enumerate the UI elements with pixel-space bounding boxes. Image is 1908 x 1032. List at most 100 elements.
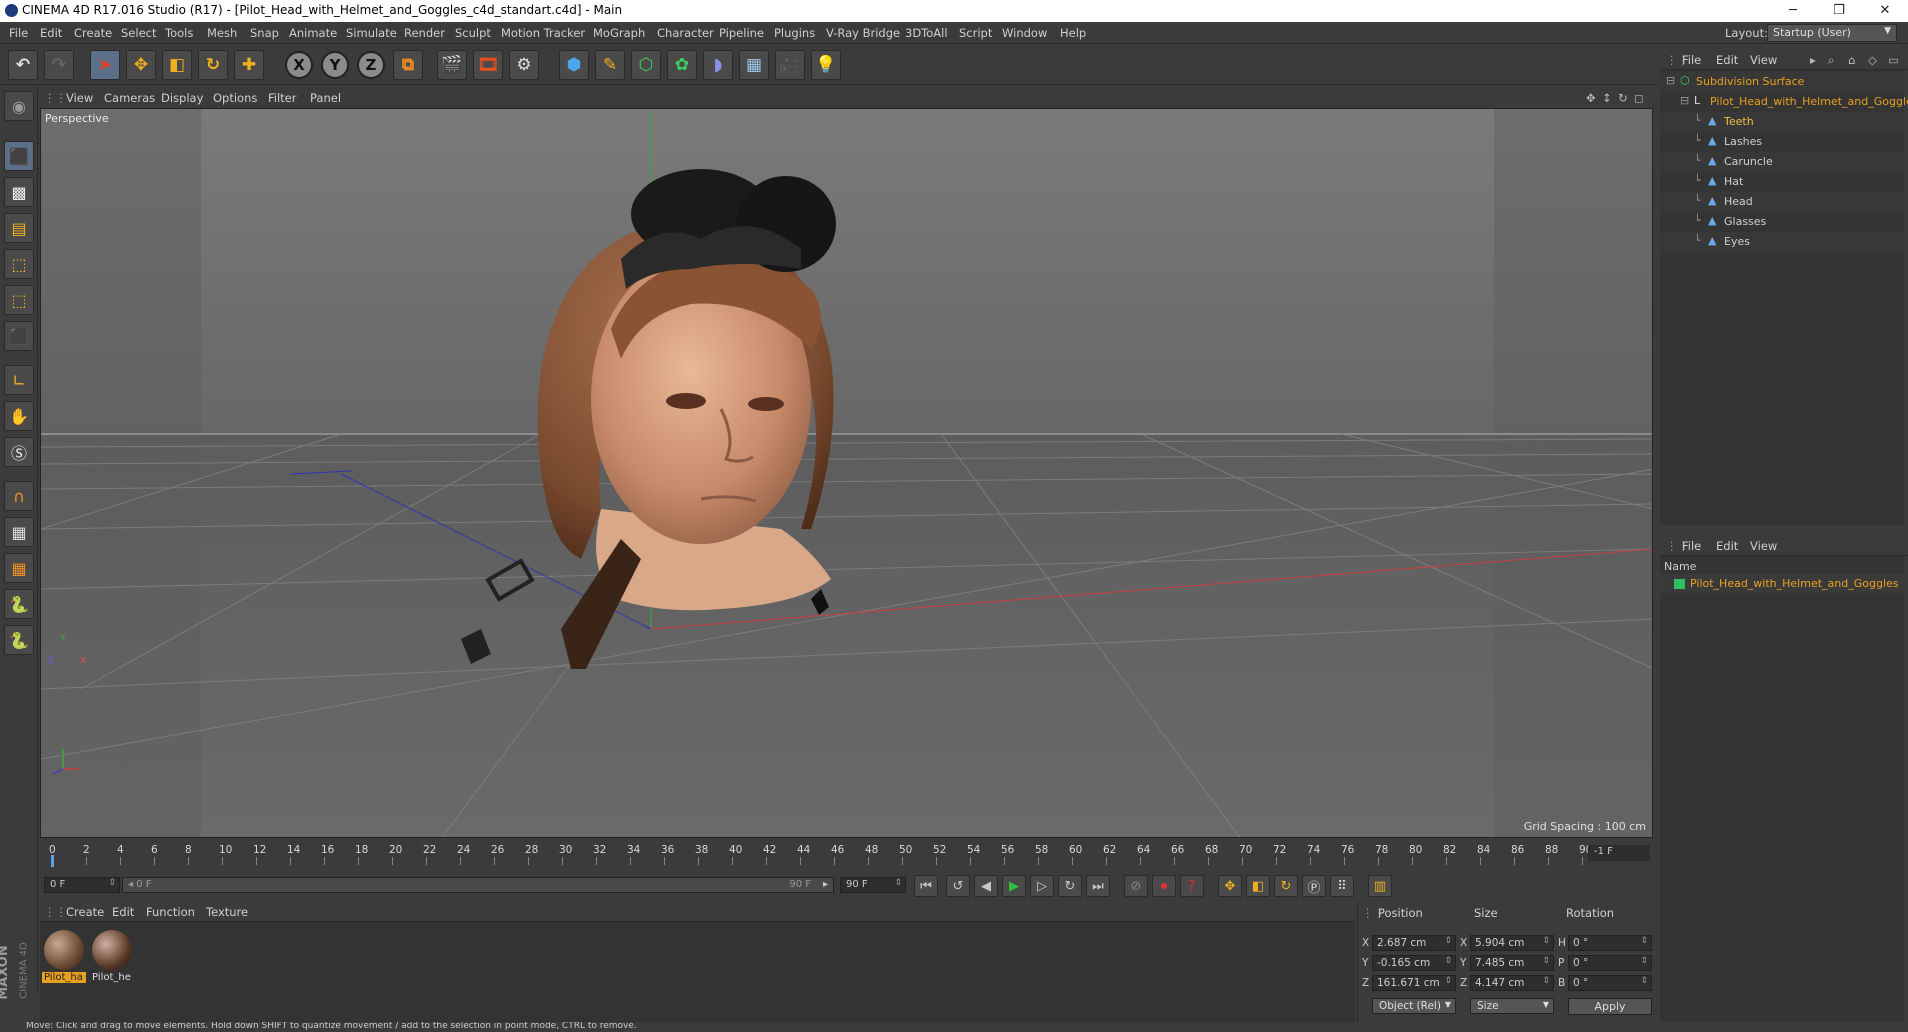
edges-mode-button[interactable]: ⬚ [4, 285, 34, 315]
material-menu-texture[interactable]: Texture [206, 905, 248, 919]
viewport-zoom-icon[interactable]: ↕ [1602, 91, 1612, 105]
object-tree-row[interactable]: └ ▲ Teeth [1660, 112, 1904, 131]
record-active-objects-button[interactable]: ⊘ [1124, 875, 1148, 897]
object-maximize-icon[interactable]: ▭ [1888, 53, 1899, 67]
menu-create[interactable]: Create [74, 26, 112, 40]
restore-button[interactable]: ❐ [1816, 0, 1862, 22]
viewport-menu-options[interactable]: Options [213, 91, 257, 105]
object-tree-row[interactable]: └ ▲ Head [1660, 192, 1904, 211]
snap-button[interactable]: ∩ [4, 481, 34, 511]
object-tree-row[interactable]: └ ▲ Hat [1660, 172, 1904, 191]
deformer-button[interactable]: ◗ [703, 50, 733, 80]
coordinate-system-button[interactable]: ⧉ [393, 50, 423, 80]
menu-render[interactable]: Render [404, 26, 445, 40]
record-parameter-button[interactable]: Ⓟ [1302, 875, 1326, 897]
viewport-menu-cameras[interactable]: Cameras [104, 91, 155, 105]
timeline-window-button[interactable]: ▥ [1368, 875, 1392, 897]
object-tree-row[interactable]: ⊟ L Pilot_Head_with_Helmet_and_Goggles [1660, 92, 1908, 111]
python-script-button-2[interactable]: 🐍 [4, 625, 34, 655]
make-editable-button[interactable]: ◉ [4, 91, 34, 121]
record-rotation-button[interactable]: ↻ [1274, 875, 1298, 897]
go-to-next-key-button[interactable]: ↻ [1058, 875, 1082, 897]
camera-object-button[interactable]: 🎥 [775, 50, 805, 80]
enable-axis-button[interactable]: ∟ [4, 365, 34, 395]
menu-motion-tracker[interactable]: Motion Tracker [501, 26, 585, 40]
keyframe-selection-button[interactable]: ? [1180, 875, 1204, 897]
menu-window[interactable]: Window [1002, 26, 1047, 40]
transform-tool-button[interactable]: ✚ [234, 50, 264, 80]
close-button[interactable]: ✕ [1862, 0, 1908, 22]
solo-button[interactable]: Ⓢ [4, 437, 34, 467]
object-menu-view[interactable]: View [1750, 53, 1777, 67]
tweak-mode-button[interactable]: ✋ [4, 401, 34, 431]
go-to-next-frame-button[interactable]: ▷ [1030, 875, 1054, 897]
expand-minus-icon[interactable]: ⊟ [1666, 75, 1678, 87]
viewport-menu-display[interactable]: Display [161, 91, 203, 105]
menu-plugins[interactable]: Plugins [774, 26, 815, 40]
rotation-b-field[interactable]: 0 ° ⇕ [1568, 975, 1652, 991]
frame-range-slider[interactable]: ◂ 0 F 90 F ▸ [122, 877, 834, 893]
autokeying-button[interactable]: ⏺ [1152, 875, 1176, 897]
viewport-pan-icon[interactable]: ✥ [1586, 91, 1596, 105]
record-point-level-button[interactable]: ⠿ [1330, 875, 1354, 897]
size-x-field[interactable]: 5.904 cm ⇕ [1470, 935, 1554, 951]
viewport-menu-filter[interactable]: Filter [268, 91, 296, 105]
go-to-previous-frame-button[interactable]: ◀ [974, 875, 998, 897]
size-mode-select[interactable]: Size ▼ [1470, 998, 1554, 1014]
object-tree-row[interactable]: └ ▲ Eyes [1660, 232, 1904, 251]
record-position-button[interactable]: ✥ [1218, 875, 1242, 897]
planar-workplane-button[interactable]: ▦ [4, 553, 34, 583]
material-swatch[interactable]: Pilot_ha [42, 928, 86, 984]
model-mode-button[interactable]: ⬛ [4, 141, 34, 171]
menu-help[interactable]: Help [1060, 26, 1086, 40]
object-tree-row[interactable]: └ ▲ Caruncle [1660, 152, 1904, 171]
size-y-field[interactable]: 7.485 cm ⇕ [1470, 955, 1554, 971]
move-tool-button[interactable]: ✥ [126, 50, 156, 80]
rotation-h-field[interactable]: 0 ° ⇕ [1568, 935, 1652, 951]
material-menu-function[interactable]: Function [146, 905, 195, 919]
live-selection-button[interactable]: ➤ [90, 50, 120, 80]
object-search-icon[interactable]: ⌕ [1828, 53, 1834, 68]
array-mograph-button[interactable]: ✿ [667, 50, 697, 80]
light-object-button[interactable]: 💡 [811, 50, 841, 80]
floor-object-button[interactable]: ▦ [739, 50, 769, 80]
layout-select[interactable]: Startup (User) ▼ [1767, 24, 1897, 42]
minimize-button[interactable]: ─ [1770, 0, 1816, 22]
menu-mograph[interactable]: MoGraph [593, 26, 645, 40]
timeline-playhead[interactable] [51, 855, 54, 867]
viewport-rotate-icon[interactable]: ↻ [1618, 91, 1628, 105]
attribute-menu-edit[interactable]: Edit [1716, 539, 1738, 553]
menu-simulate[interactable]: Simulate [346, 26, 397, 40]
object-home-icon[interactable]: ⌂ [1848, 53, 1855, 67]
material-menu-create[interactable]: Create [66, 905, 104, 919]
python-script-button-1[interactable]: 🐍 [4, 589, 34, 619]
menu-mesh[interactable]: Mesh [207, 26, 237, 40]
cube-object-button[interactable]: ⬢ [559, 50, 589, 80]
rotation-p-field[interactable]: 0 ° ⇕ [1568, 955, 1652, 971]
object-menu-edit[interactable]: Edit [1716, 53, 1738, 67]
layer-row[interactable]: Pilot_Head_with_Helmet_and_Goggles [1660, 574, 1904, 593]
object-menu-file[interactable]: File [1682, 53, 1701, 67]
object-tree-row[interactable]: ⊟ ⬡ Subdivision Surface [1660, 72, 1904, 91]
record-scale-button[interactable]: ◧ [1246, 875, 1270, 897]
apply-button[interactable]: Apply [1568, 998, 1652, 1015]
viewport-maximize-icon[interactable]: ◻ [1634, 91, 1644, 105]
play-forward-button[interactable]: ▶ [1002, 875, 1026, 897]
frame-end-field[interactable]: -1 F [1588, 845, 1650, 861]
menu-sculpt[interactable]: Sculpt [455, 26, 491, 40]
menu-tools[interactable]: Tools [165, 26, 193, 40]
menu-file[interactable]: File [9, 26, 28, 40]
current-frame-field[interactable]: 0 F ⇕ [44, 877, 120, 893]
menu-vray-bridge[interactable]: V-Ray Bridge [826, 26, 900, 40]
undo-button[interactable]: ↶ [8, 50, 38, 80]
menu-character[interactable]: Character [657, 26, 714, 40]
go-to-end-button[interactable]: ⏭ [1086, 875, 1110, 897]
subdivision-surface-button[interactable]: ⬡ [631, 50, 661, 80]
redo-button[interactable]: ↷ [44, 50, 74, 80]
go-to-previous-key-button[interactable]: ↺ [946, 875, 970, 897]
render-view-button[interactable]: 🎬 [437, 50, 467, 80]
object-tree-row[interactable]: └ ▲ Lashes [1660, 132, 1904, 151]
object-new-window-icon[interactable]: ◇ [1868, 53, 1877, 67]
position-z-field[interactable]: 161.671 cm ⇕ [1372, 975, 1456, 991]
position-y-field[interactable]: -0.165 cm ⇕ [1372, 955, 1456, 971]
